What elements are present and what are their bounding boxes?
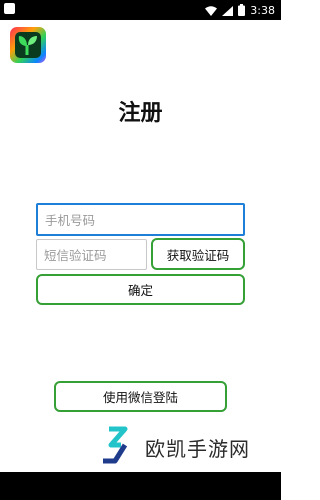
watermark-logo-icon bbox=[95, 423, 139, 471]
status-icons: 3:38 bbox=[205, 2, 275, 18]
signal-icon bbox=[222, 1, 234, 20]
watermark-text: 欧凯手游网 bbox=[145, 436, 250, 461]
get-code-button-label: 获取验证码 bbox=[166, 247, 230, 263]
sms-code-input[interactable]: 短信验证码 bbox=[36, 239, 147, 270]
phone-input[interactable]: 手机号码 bbox=[36, 203, 245, 236]
navigation-bar bbox=[0, 472, 281, 500]
battery-icon bbox=[238, 1, 246, 20]
wifi-icon bbox=[205, 1, 218, 20]
status-bar: 3:38 bbox=[0, 0, 281, 20]
wechat-login-button[interactable]: 使用微信登陆 bbox=[54, 381, 227, 412]
confirm-button-label: 确定 bbox=[127, 283, 153, 298]
phone-input-placeholder: 手机号码 bbox=[45, 213, 96, 228]
app-notification-icon bbox=[4, 3, 15, 14]
wechat-login-button-label: 使用微信登陆 bbox=[102, 390, 178, 405]
get-code-button[interactable]: 获取验证码 bbox=[151, 238, 245, 270]
sprout-logo-icon bbox=[10, 27, 46, 63]
page-title: 注册 bbox=[118, 101, 163, 126]
sms-code-input-placeholder: 短信验证码 bbox=[44, 248, 107, 263]
status-time: 3:38 bbox=[250, 3, 275, 17]
watermark: 欧凯手游网 bbox=[95, 425, 250, 469]
confirm-button[interactable]: 确定 bbox=[36, 274, 245, 305]
